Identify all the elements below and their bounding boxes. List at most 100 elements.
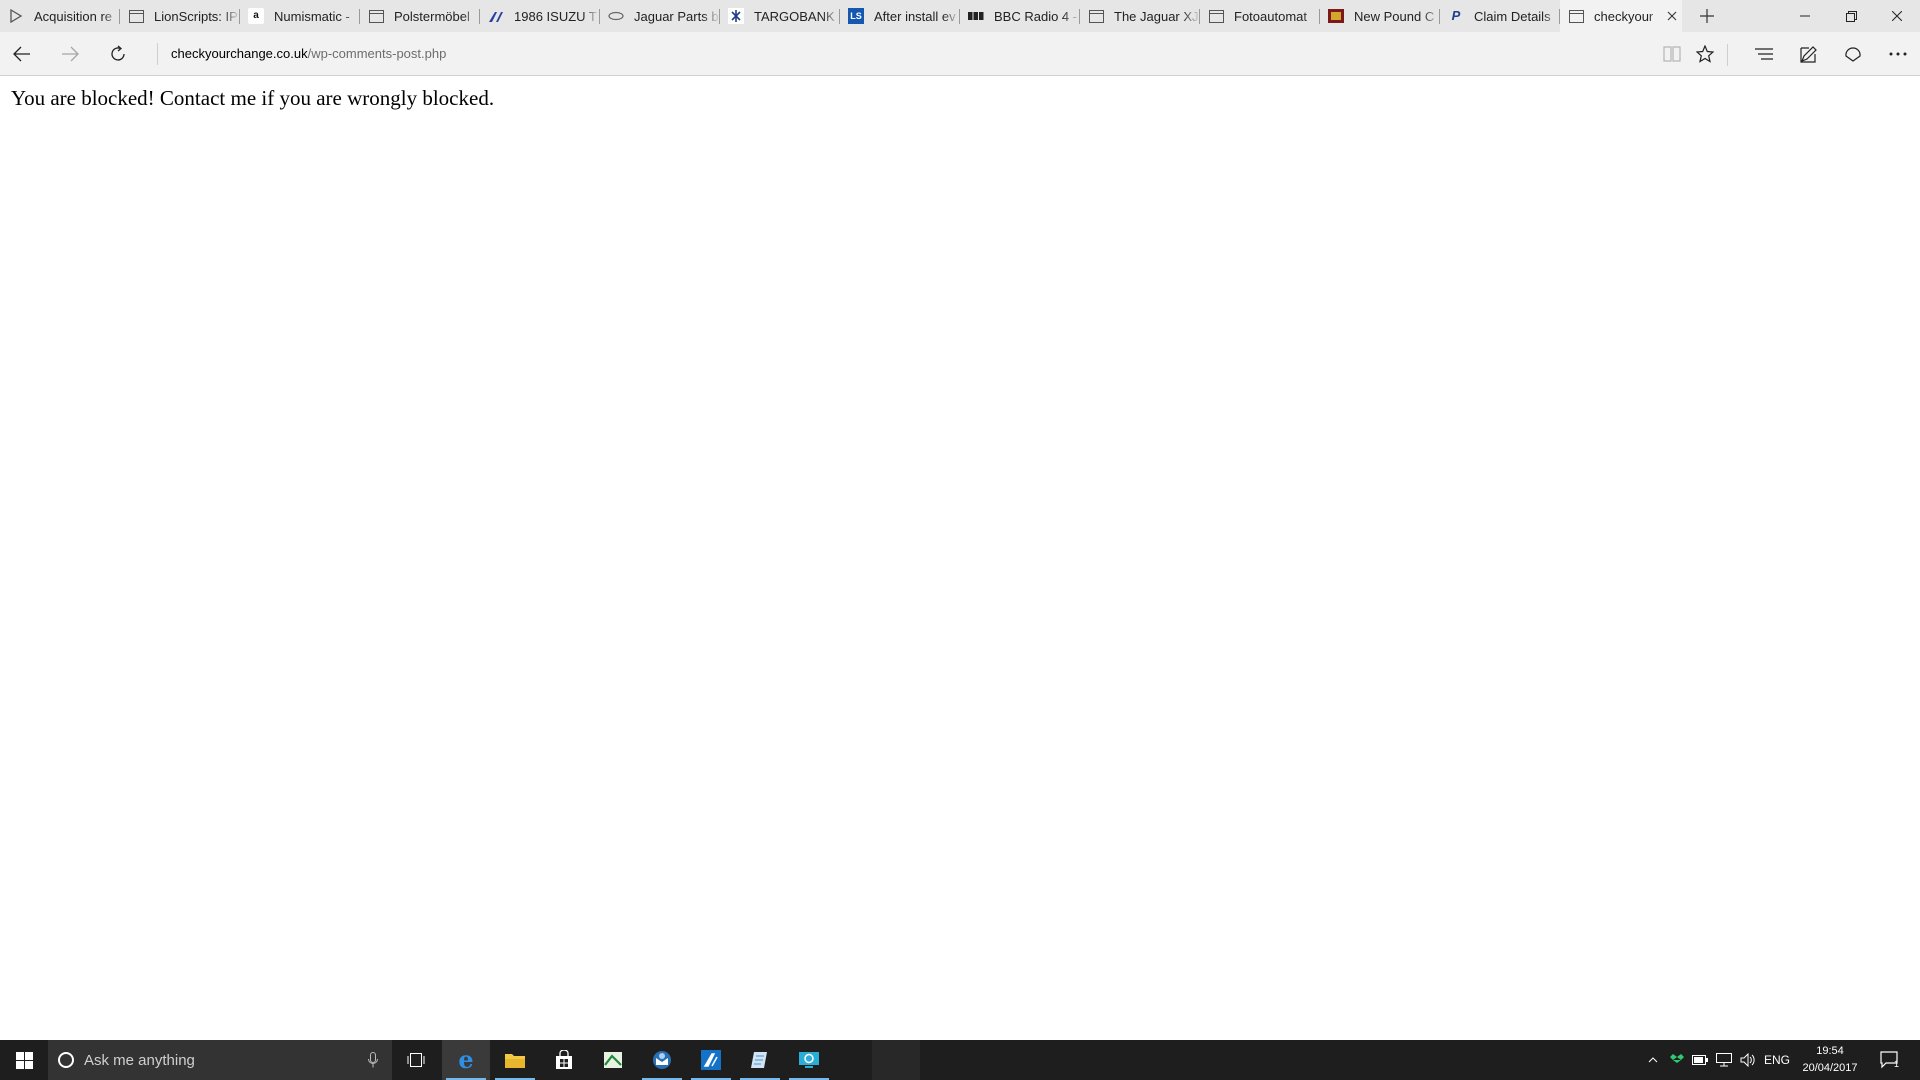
task-view-button[interactable]: [392, 1040, 440, 1080]
minimize-button[interactable]: [1782, 0, 1828, 32]
restore-button[interactable]: [1828, 0, 1874, 32]
new-tab-button[interactable]: [1682, 0, 1732, 32]
spreadsheet-icon: [604, 1052, 622, 1068]
jaguar-icon: [608, 8, 624, 24]
tab-title: LionScripts: IP: [154, 8, 238, 24]
mail-icon: [653, 1051, 671, 1069]
remote-app-button[interactable]: [785, 1040, 833, 1080]
spreadsheet-app-button[interactable]: [589, 1040, 637, 1080]
taskbar-clock[interactable]: 19:54 20/04/2017: [1790, 1043, 1870, 1077]
web-note-icon[interactable]: [1787, 32, 1831, 76]
page-icon: [128, 8, 144, 24]
play-outline-icon: [8, 8, 24, 24]
tab-title: 1986 ISUZU T: [514, 8, 597, 24]
editor-app-button[interactable]: [687, 1040, 735, 1080]
volume-icon[interactable]: [1737, 1040, 1759, 1080]
tab-title: Jaguar Parts b: [634, 8, 719, 24]
store-button[interactable]: [540, 1040, 588, 1080]
page-icon: [1568, 8, 1584, 24]
tab[interactable]: TARGOBANK: [720, 0, 840, 32]
tab[interactable]: BBC Radio 4 -: [960, 0, 1080, 32]
tab-title: checkyour: [1594, 8, 1654, 24]
address-path: /wp-comments-post.php: [307, 46, 447, 61]
toolbar-divider: [1727, 44, 1728, 66]
notes-icon: [751, 1052, 767, 1068]
bbc-icon: [968, 8, 984, 24]
notification-count-badge: 1: [1894, 1059, 1900, 1069]
tab[interactable]: Acquisition re: [0, 0, 120, 32]
blocked-message: You are blocked! Contact me if you are w…: [11, 86, 495, 110]
clock-date: 20/04/2017: [1802, 1062, 1858, 1074]
tab-active[interactable]: checkyour: [1560, 0, 1682, 32]
targobank-icon: [728, 8, 744, 24]
store-icon: [556, 1050, 572, 1069]
paypal-icon: P: [1451, 8, 1461, 23]
tab-title: The Jaguar XJ: [1114, 8, 1199, 24]
more-options-icon[interactable]: [1876, 32, 1920, 76]
mail-app-button[interactable]: [638, 1040, 686, 1080]
tab-title: Polstermöbel: [394, 8, 470, 24]
show-hidden-icons-button[interactable]: [1643, 1040, 1663, 1080]
cortana-search-box[interactable]: Ask me anything: [48, 1040, 392, 1080]
tab[interactable]: P Claim Details: [1440, 0, 1560, 32]
page-icon: [1208, 8, 1224, 24]
tab-title: Fotoautomat: [1234, 8, 1307, 24]
tab-title: Numismatic -: [274, 8, 350, 24]
tab-title: Acquisition re: [34, 8, 113, 24]
share-icon[interactable]: [1831, 32, 1875, 76]
dropbox-tray-icon[interactable]: [1666, 1040, 1688, 1080]
tab-strip: Acquisition re LionScripts: IP a Numisma…: [0, 0, 1920, 32]
search-placeholder: Ask me anything: [84, 1051, 195, 1069]
ls-icon: LS: [848, 8, 864, 24]
tab[interactable]: a Numismatic -: [240, 0, 360, 32]
page-icon: [1088, 8, 1104, 24]
hub-icon[interactable]: [1742, 32, 1786, 76]
start-button[interactable]: [0, 1040, 48, 1080]
royal-mint-icon: [1328, 8, 1344, 24]
swoosh-icon: [488, 8, 504, 24]
tab-title: After install ev: [874, 8, 956, 24]
forward-button[interactable]: [48, 32, 92, 76]
tab[interactable]: New Pound C: [1320, 0, 1440, 32]
favorite-star-icon[interactable]: [1683, 32, 1727, 76]
edge-icon: e: [458, 1045, 474, 1074]
tab-title: New Pound C: [1354, 8, 1435, 24]
taskbar-spacer: [872, 1040, 920, 1080]
refresh-button[interactable]: [96, 32, 140, 76]
cortana-icon: [58, 1052, 74, 1068]
close-window-button[interactable]: [1874, 0, 1920, 32]
tab[interactable]: Jaguar Parts b: [600, 0, 720, 32]
edge-taskbar-button[interactable]: e: [442, 1040, 490, 1080]
amazon-icon: a: [248, 8, 264, 24]
tab[interactable]: LS After install ev: [840, 0, 960, 32]
clock-time: 19:54: [1816, 1045, 1844, 1057]
tab[interactable]: Polstermöbel: [360, 0, 480, 32]
tab-title: BBC Radio 4 -: [994, 8, 1078, 24]
folder-icon: [505, 1054, 525, 1068]
microphone-icon[interactable]: [368, 1052, 378, 1072]
taskbar: Ask me anything e ENG 19:54 20/04/2017 1: [0, 1040, 1920, 1080]
tab-title: TARGOBANK: [754, 8, 835, 24]
task-view-icon: [407, 1053, 425, 1067]
tab-title: Claim Details: [1474, 8, 1551, 24]
network-icon[interactable]: [1713, 1040, 1735, 1080]
chevron-up-icon: [1648, 1057, 1658, 1063]
tab[interactable]: Fotoautomat: [1200, 0, 1320, 32]
remote-desktop-icon: [799, 1052, 819, 1068]
window-controls: [1782, 0, 1920, 32]
action-center-button[interactable]: 1: [1870, 1040, 1910, 1080]
tab[interactable]: LionScripts: IP: [120, 0, 240, 32]
back-button[interactable]: [0, 32, 44, 76]
editor-icon: [701, 1050, 721, 1070]
tab[interactable]: 1986 ISUZU T: [480, 0, 600, 32]
notes-app-button[interactable]: [736, 1040, 784, 1080]
file-explorer-button[interactable]: [491, 1040, 539, 1080]
page-icon: [368, 8, 384, 24]
address-bar[interactable]: checkyourchange.co.uk/wp-comments-post.p…: [157, 43, 1671, 65]
battery-icon[interactable]: [1689, 1040, 1711, 1080]
windows-logo-icon: [15, 1051, 33, 1069]
input-language[interactable]: ENG: [1762, 1040, 1792, 1080]
address-domain: checkyourchange.co.uk: [171, 46, 308, 61]
close-icon[interactable]: [1662, 8, 1682, 24]
tab[interactable]: The Jaguar XJ: [1080, 0, 1200, 32]
